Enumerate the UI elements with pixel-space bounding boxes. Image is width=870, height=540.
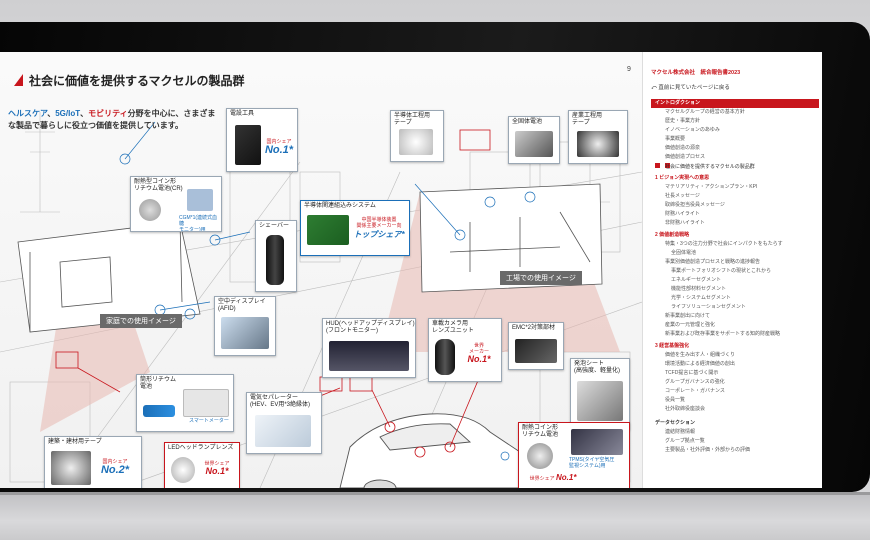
camera-share: 世界 メーカー No.1* [467, 343, 491, 364]
separator-image [255, 415, 311, 447]
heat-coin-image [527, 443, 553, 469]
toc-item[interactable]: 全固体電池 [651, 249, 819, 258]
card-hud[interactable]: HUD(ヘッドアップディスプレイ) (フロントモニター) [322, 318, 416, 378]
page-number: 9 [627, 66, 631, 73]
card-shaver[interactable]: シェーバー [255, 220, 297, 292]
card-cylindrical-battery[interactable]: 筒形リチウム 電池 スマートメーター [136, 374, 234, 432]
title-triangle-icon [14, 74, 23, 86]
cgm-device-image [187, 189, 213, 211]
coin-battery-image [139, 199, 161, 221]
current-marker-icon [655, 163, 660, 168]
drill-image [235, 125, 261, 165]
card-foam-sheet[interactable]: 発泡シート (高強度、軽量化) [570, 358, 630, 430]
toc-item[interactable]: グループガバナンスの強化 [651, 378, 819, 387]
card-separator[interactable]: 電気セパレーター (HEV、EV用*3絶縁体) [246, 392, 322, 454]
card-led-lens[interactable]: LEDヘッドランプレンズ 世界シェア No.1* [164, 442, 240, 488]
toc-item[interactable]: マクセルグループの経営の基本方針 [651, 108, 819, 117]
building-share: 国内シェア No.2* [100, 459, 130, 476]
card-building-tape[interactable]: 建築・建材用テープ 国内シェア No.2* [44, 436, 142, 488]
toc-item[interactable]: イノベーションのあゆみ [651, 126, 819, 135]
card-semiconductor-embedded[interactable]: 半導体関連組込みシステム 中国半導体装置 関係主要メーカー向 トップシェア* [300, 200, 410, 256]
semi-share: 中国半導体装置 関係主要メーカー向 トップシェア* [353, 217, 405, 239]
toc-item[interactable]: イントロダクション [651, 99, 819, 108]
toc-item[interactable]: 非財務ハイライト [651, 219, 819, 228]
page-title: 社会に価値を提供するマクセルの製品群 [14, 72, 245, 89]
toc-item[interactable]: 事業概要 [651, 135, 819, 144]
tpms-image [571, 429, 623, 455]
toc-item[interactable]: 3 経営基盤強化 [651, 342, 819, 351]
drill-share: 国内シェア No.1* [264, 139, 294, 156]
toc-item[interactable]: ライフソリューションセグメント [651, 303, 819, 312]
cylinder-battery-image [143, 405, 175, 417]
toc-item[interactable]: 環境活動による経済価値の創出 [651, 360, 819, 369]
toc-item[interactable]: 社外取締役座談会 [651, 405, 819, 414]
toc-item[interactable]: 産業の一元管理と強化 [651, 321, 819, 330]
toc-item[interactable]: エネルギーセグメント [651, 276, 819, 285]
hud-image [329, 341, 409, 371]
toc-item[interactable]: 光学・システムセグメント [651, 294, 819, 303]
toc-item[interactable]: 歴史・事業方針 [651, 117, 819, 126]
toc-item[interactable]: 新事業および既存事業をサポートする知的財産戦略 [651, 330, 819, 339]
led-share: 世界シェア No.1* [204, 461, 230, 476]
toc-item[interactable]: 事業別価値創造プロセスと戦略の進捗報告 [651, 258, 819, 267]
lens-image [435, 339, 455, 375]
industrial-tape-image [577, 131, 619, 157]
stand-edge [0, 492, 870, 495]
home-label: 家庭での使用イメージ [100, 314, 182, 328]
heat-coin-share: 世界シェア No.1* [529, 473, 577, 482]
toc-item[interactable]: 新事業創出に向けて [651, 312, 819, 321]
car [339, 413, 541, 488]
toc-item[interactable]: 社長メッセージ [651, 192, 819, 201]
toc-item[interactable]: 価値創造の源泉 [651, 144, 819, 153]
toc-item[interactable]: 連結財務情報 [651, 428, 819, 437]
sidebar-header: マクセル株式会社 統合報告書2023 [651, 70, 741, 76]
toc-item[interactable]: 特集・3つの注力分野で社会にインパクトをもたらす [651, 240, 819, 249]
card-solid-state-battery[interactable]: 全固体電池 [508, 116, 560, 164]
toc-item[interactable]: 2 価値創造戦略 [651, 231, 819, 240]
toc-item[interactable]: 主要製品・社外評価・外部からの評価 [651, 446, 819, 455]
main-page: 社会に価値を提供するマクセルの製品群 9 ヘルスケア、5G/IoT、モビリティ分… [0, 52, 642, 488]
card-emc[interactable]: EMC*2対策部材 [508, 322, 564, 370]
card-industrial-tape[interactable]: 産業工程用 テープ [568, 110, 628, 164]
toc-item[interactable]: 機能性部材料セグメント [651, 285, 819, 294]
toc-item[interactable]: コーポレート・ガバナンス [651, 387, 819, 396]
card-camera-lens[interactable]: 車載カメラ用 レンズユニット 世界 メーカー No.1* [428, 318, 502, 382]
toc-item[interactable]: マテリアリティ・アクションプラン・KPI [651, 183, 819, 192]
card-aerial-display[interactable]: 空中ディスプレイ (AFID) [214, 296, 276, 356]
semi-tape-image [399, 129, 433, 155]
card-drill[interactable]: 電設工具 国内シェア No.1* [226, 108, 298, 172]
toc-item[interactable]: 1 ビジョン実現への意思 [651, 174, 819, 183]
back-link[interactable]: ⤺ 直前に見ていたページに戻る [651, 83, 730, 92]
toc-item[interactable]: 財務ハイライト [651, 210, 819, 219]
emc-image [515, 339, 557, 363]
foam-sheet-image [577, 381, 623, 421]
lead-text: ヘルスケア、5G/IoT、モビリティ分野を中心に、さまざまな製品で暮らしに役立つ… [8, 109, 216, 130]
aerial-display-image [221, 317, 269, 349]
toc-item[interactable]: グループ拠点一覧 [651, 437, 819, 446]
toc-item[interactable]: 社会に価値を提供するマクセルの製品群 [651, 162, 819, 171]
circuit-board-image [307, 215, 349, 245]
smart-meter-image [183, 389, 229, 417]
sidebar-toc: マクセル株式会社 統合報告書2023 ⤺ 直前に見ていたページに戻る イントロダ… [642, 52, 822, 488]
toc-item[interactable]: 役員一覧 [651, 396, 819, 405]
toc-item[interactable]: 価値創造プロセス [651, 153, 819, 162]
card-coin-cell[interactable]: 耐熱型コイン形 リチウム電池(CR) CGM*1(連続式血糖 モニター)用 [130, 176, 222, 232]
card-heat-coin-battery[interactable]: 耐熱コイン形 リチウム電池 TPMS(タイヤ空気圧 監視システム)用 世界シェア… [518, 422, 630, 488]
solid-battery-image [515, 131, 553, 157]
toc-list: イントロダクション マクセルグループの経営の基本方針 歴史・事業方針 イノベーションの… [651, 96, 819, 455]
toc-item[interactable]: 価値を生み出す人・組織づくり [651, 351, 819, 360]
led-lens-image [171, 457, 195, 483]
toc-item[interactable]: 取締役担当役員メッセージ [651, 201, 819, 210]
toc-item[interactable]: TCFD提言に基づく開示 [651, 369, 819, 378]
toc-item[interactable]: データセクション [651, 419, 819, 428]
shaver-image [266, 235, 284, 285]
building-tape-image [51, 451, 91, 485]
monitor-stand [0, 492, 870, 540]
card-semiconductor-tape[interactable]: 半導体工程用 テープ [390, 110, 444, 162]
toc-item[interactable]: 事業ポートフォリオシフトの現状とこれから [651, 267, 819, 276]
screen: 社会に価値を提供するマクセルの製品群 9 ヘルスケア、5G/IoT、モビリティ分… [0, 52, 822, 488]
factory-label: 工場での使用イメージ [500, 271, 582, 285]
